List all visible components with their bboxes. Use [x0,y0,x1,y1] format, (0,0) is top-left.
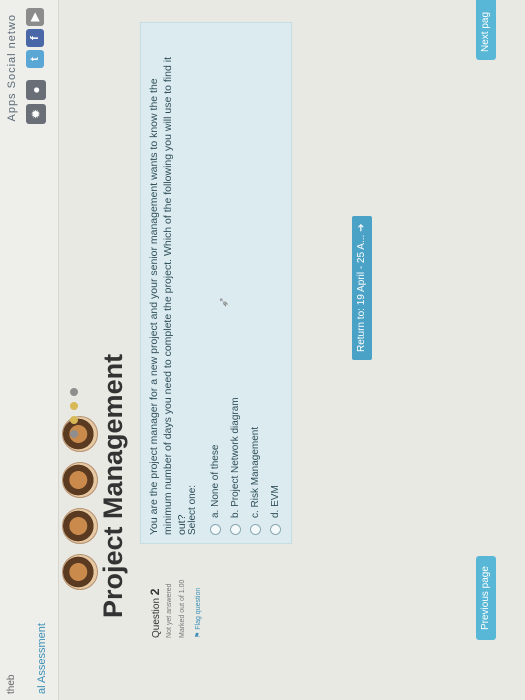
dot-icon [70,402,78,410]
question-text: You are the project manager for a new pr… [148,57,188,535]
breadcrumb[interactable]: al Assessment [36,623,48,694]
apps-label: Apps [6,92,18,122]
top-bar: theb Apps Social netwo ✹ ● t f ▶ al Asse… [0,0,59,700]
answer-label: b. Project Network diagram [229,397,241,518]
decorative-dots [70,388,78,438]
select-one-label: Select one: [187,484,198,535]
app-icons: ✹ ● [26,80,46,124]
rotated-page: theb Apps Social netwo ✹ ● t f ▶ al Asse… [0,0,525,700]
arrow-right-icon: ➔ [356,223,367,232]
flag-question-link[interactable]: ⚑ Flag question [194,548,202,638]
answer-label: a. None of these [209,444,221,518]
answer-label: c. Risk Management [249,426,261,518]
radio-button[interactable] [249,524,261,535]
social-label: Social netwo [6,14,18,89]
brand-text: theb [6,674,17,694]
question-info: Question 2 Not yet answered Marked out o… [148,548,202,638]
youtube-icon[interactable]: ▶ [26,8,44,26]
twitter-icon[interactable]: t [26,50,44,68]
dot-icon [70,388,78,396]
radio-button[interactable] [229,524,241,535]
flag-icon: ⚑ [195,631,202,638]
radio-button[interactable] [269,524,281,535]
page-title: Project Management [98,353,128,618]
next-page-button[interactable]: Next pag [476,0,496,60]
question-number-label: Question [151,597,162,638]
return-link-button[interactable]: Return to: 19 April - 25 A... ➔ [352,215,372,360]
dot-icon [70,430,78,438]
question-number-value: 2 [148,588,162,596]
answer-option-c[interactable]: c. Risk Management [245,397,265,535]
answer-option-b[interactable]: b. Project Network diagram [225,397,245,535]
mouse-cursor-icon: ➶ [215,296,231,308]
apps-social-label: Apps Social netwo [6,14,18,122]
question-box: You are the project manager for a new pr… [140,22,292,544]
avatar-row [62,416,98,590]
avatar[interactable] [62,462,98,498]
dot-icon [70,416,78,424]
apple-icon[interactable]: ● [26,80,46,100]
facebook-icon[interactable]: f [26,29,44,47]
avatar[interactable] [62,416,98,452]
answer-option-a[interactable]: a. None of these [205,397,225,535]
radio-button[interactable] [209,524,221,535]
flag-question-label: Flag question [195,587,202,630]
gear-icon[interactable]: ✹ [26,104,46,124]
return-link-label: Return to: 19 April - 25 A... [356,234,367,352]
answer-option-d[interactable]: d. EVM [265,397,285,535]
question-number: Question 2 [148,548,162,639]
avatar[interactable] [62,554,98,590]
answer-options: a. None of these b. Project Network diag… [205,397,285,535]
question-marks: Marked out of 1.00 [179,579,186,638]
avatar[interactable] [62,508,98,544]
question-status: Not yet answered [166,583,173,638]
answer-label: d. EVM [269,485,281,518]
previous-page-button[interactable]: Previous page [476,556,496,640]
social-icons: t f ▶ [26,8,44,68]
